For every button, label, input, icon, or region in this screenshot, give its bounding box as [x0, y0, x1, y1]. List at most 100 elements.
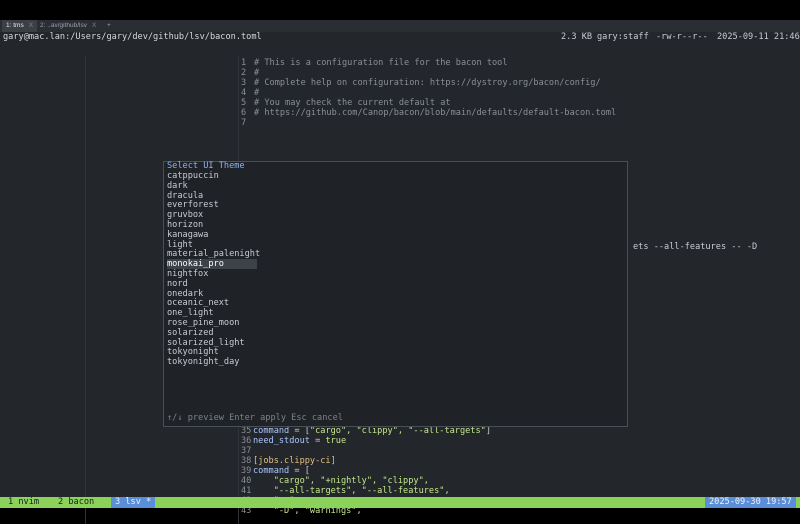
theme-name: oceanic_next: [167, 298, 230, 309]
code-line: 38 [jobs.clippy-ci]: [241, 456, 336, 466]
line-number: 3: [241, 78, 247, 88]
theme-option[interactable]: dark: [167, 181, 188, 191]
code-value: "cargo", "+nightly", "clippy",: [273, 476, 429, 486]
theme-name: rose_pine_moon: [167, 318, 240, 328]
code-op: [253, 486, 274, 496]
theme-name: nightfox: [167, 269, 209, 279]
line-number: 5: [241, 98, 247, 108]
theme-option[interactable]: solarized_light: [167, 338, 245, 348]
tmux-window-2[interactable]: 2 bacon: [58, 497, 94, 508]
theme-name: solarized_light: [167, 337, 245, 348]
theme-name: tokyonight: [167, 347, 219, 358]
code-text: # https://github.com/Canop/bacon/blob/ma…: [254, 108, 617, 118]
code-text: # Complete help on configuration: https:…: [254, 78, 601, 88]
code-line: 4 #: [241, 88, 259, 98]
file-owner: gary:staff: [597, 32, 649, 42]
code-value: "--all-targets", "--all-features",: [273, 486, 450, 496]
file-permissions: -rw-r--r--: [656, 32, 708, 42]
theme-option[interactable]: everforest: [167, 200, 219, 210]
line-number: 36: [241, 436, 252, 446]
theme-name: solarized: [167, 327, 214, 338]
tmux-clock: 2025-09-30 19:57: [705, 497, 796, 508]
popup-hint: ↑/↓ preview Enter apply Esc cancel: [167, 413, 343, 423]
tmux-window-1[interactable]: 1 nvim: [8, 497, 39, 508]
theme-name: one_light: [167, 308, 214, 319]
code-op: = [: [289, 466, 310, 476]
code-line: 36 need_stdout = true: [241, 436, 346, 446]
theme-option[interactable]: monokai_pro: [167, 259, 257, 270]
terminal-tab-bar: 1: tms X 2: ..av/github/lsv X +: [0, 20, 800, 32]
tab-lsv[interactable]: 2: ..av/github/lsv X: [36, 20, 100, 32]
theme-option[interactable]: light: [167, 240, 193, 250]
code-line: 1 # This is a configuration file for the …: [241, 58, 508, 68]
code-key: command: [253, 426, 290, 436]
popup-title: Select UI Theme: [167, 161, 245, 171]
theme-option[interactable]: nightfox: [167, 269, 208, 279]
theme-option[interactable]: solarized: [167, 328, 214, 338]
theme-name: tokyonight_day: [167, 357, 240, 368]
theme-name: catppuccin: [167, 171, 219, 181]
line-number: 41: [241, 486, 252, 496]
new-tab-button[interactable]: +: [103, 20, 115, 32]
tmux-window-3-active[interactable]: 3 lsv *: [111, 497, 156, 508]
code-line: 35 command = ["cargo", "clippy", "--all-t…: [241, 426, 491, 436]
theme-option[interactable]: dracula: [167, 191, 203, 201]
code-text: #: [254, 88, 260, 98]
code-line: 3 # Complete help on configuration: https…: [241, 78, 601, 88]
theme-option[interactable]: rose_pine_moon: [167, 318, 239, 328]
code-line: 5 # You may check the current default at: [241, 98, 451, 108]
theme-option[interactable]: onedark: [167, 289, 203, 299]
file-size: 2.3 KB: [561, 32, 593, 42]
theme-option[interactable]: horizon: [167, 220, 203, 230]
theme-option[interactable]: tokyonight_day: [167, 357, 239, 367]
code-line: 41 "--all-targets", "--all-features",: [241, 486, 450, 496]
close-icon[interactable]: X: [92, 22, 96, 29]
code-op: =: [309, 436, 326, 446]
line-number: 4: [241, 88, 247, 98]
tmux-status-bar: 1 nvim 2 bacon 3 lsv * 2025-09-30 19:57: [0, 497, 800, 508]
theme-option[interactable]: tokyonight: [167, 347, 219, 357]
line-number: 1: [241, 58, 247, 68]
preview-line-fragment: ets --all-features -- -D: [633, 242, 758, 252]
theme-name: dark: [167, 180, 188, 191]
tab-tms[interactable]: 1: tms X: [2, 20, 38, 32]
close-icon[interactable]: X: [29, 22, 33, 29]
theme-option[interactable]: gruvbox: [167, 210, 203, 220]
line-number: 40: [241, 476, 252, 486]
file-mtime: 2025-09-11 21:46: [717, 32, 800, 42]
code-text: # You may check the current default at: [254, 98, 451, 108]
theme-option[interactable]: catppuccin: [167, 171, 219, 181]
code-op: = [: [289, 426, 310, 436]
code-text: #: [254, 68, 260, 78]
code-line: 40 "cargo", "+nightly", "clippy",: [241, 476, 429, 486]
theme-name: monokai_pro: [167, 259, 257, 270]
code-value: true: [325, 436, 347, 446]
code-value: "cargo", "clippy", "--all-targets": [309, 426, 486, 436]
theme-option[interactable]: kanagawa: [167, 230, 208, 240]
code-op: [253, 476, 274, 486]
theme-option[interactable]: material_palenight: [167, 249, 260, 259]
code-op: ]: [485, 426, 492, 436]
theme-option[interactable]: oceanic_next: [167, 298, 229, 308]
code-key: [jobs.clippy-ci]: [253, 456, 336, 466]
line-number: 7: [241, 118, 247, 128]
line-number: 2: [241, 68, 247, 78]
theme-name: dracula: [167, 190, 204, 201]
terminal-window[interactable]: gary@mac.lan:/Users/gary/dev/github/lsv/…: [0, 32, 800, 524]
theme-option[interactable]: nord: [167, 279, 188, 289]
code-line: 37: [241, 446, 253, 456]
line-number: 35: [241, 426, 252, 436]
code-text: # This is a configuration file for the b…: [254, 58, 508, 68]
theme-option[interactable]: one_light: [167, 308, 214, 318]
tab-label: 1: tms: [6, 22, 24, 29]
tab-label: 2: ..av/github/lsv: [40, 22, 87, 29]
code-key: need_stdout: [253, 436, 310, 446]
code-line: 7: [241, 118, 254, 128]
theme-picker-popup[interactable]: Select UI Theme catppuccin dark dracula eve…: [163, 161, 628, 427]
code-line: 39 command = [: [241, 466, 310, 476]
theme-name: material_palenight: [167, 249, 261, 260]
theme-name: horizon: [167, 220, 204, 230]
file-status-line: gary@mac.lan:/Users/gary/dev/github/lsv/…: [0, 32, 800, 43]
current-path: gary@mac.lan:/Users/gary/dev/github/lsv/…: [3, 32, 262, 42]
line-number: 39: [241, 466, 252, 476]
